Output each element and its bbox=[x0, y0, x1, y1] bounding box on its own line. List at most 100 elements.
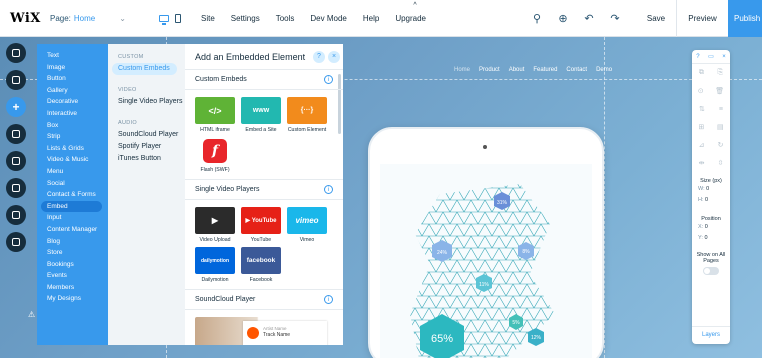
expand-icon[interactable]: ▭ bbox=[708, 53, 714, 60]
track-name: Track Name bbox=[263, 332, 291, 338]
menus-pages-button[interactable] bbox=[6, 43, 26, 63]
zoom-icon[interactable]: ⊕ bbox=[550, 12, 576, 25]
wix-logo[interactable]: WiX bbox=[0, 11, 42, 26]
tile-dailymotion[interactable]: dailymotion Dailymotion bbox=[195, 247, 235, 283]
category-decorative[interactable]: Decorative bbox=[37, 96, 108, 108]
category-lists-grids[interactable]: Lists & Grids bbox=[37, 143, 108, 155]
category-video-music[interactable]: Video & Music bbox=[37, 154, 108, 166]
pen-icon bbox=[12, 184, 20, 192]
tile-video-upload[interactable]: ▶ Video Upload bbox=[195, 207, 235, 243]
category-my-designs[interactable]: My Designs bbox=[37, 293, 108, 305]
store-button[interactable] bbox=[6, 232, 26, 252]
category-blog[interactable]: Blog bbox=[37, 236, 108, 248]
menu-site[interactable]: Site bbox=[201, 14, 215, 23]
copy-icon[interactable]: ⧉ bbox=[699, 69, 704, 77]
save-button[interactable]: Save bbox=[636, 14, 676, 23]
flip-icon[interactable]: ⇹ bbox=[699, 159, 705, 167]
trash-icon[interactable]: 🗑 bbox=[715, 87, 724, 95]
category-strip[interactable]: Strip bbox=[37, 131, 108, 143]
menu-dev-mode[interactable]: Dev Mode bbox=[310, 14, 346, 23]
arrange-icon[interactable]: ⇅ bbox=[699, 105, 705, 113]
subcat-single-video-players[interactable]: Single Video Players bbox=[108, 96, 185, 108]
mobile-friendly-icon[interactable]: ⚲ bbox=[524, 12, 550, 25]
close-icon[interactable]: × bbox=[722, 54, 726, 60]
category-interactive[interactable]: Interactive bbox=[37, 108, 108, 120]
rotate-icon[interactable]: ↻ bbox=[718, 141, 724, 149]
category-button[interactable]: Button bbox=[37, 73, 108, 85]
align-icon[interactable]: ⊞ bbox=[698, 123, 704, 131]
duplicate-icon[interactable]: ⊙ bbox=[698, 87, 704, 95]
info-icon[interactable]: i bbox=[324, 295, 333, 304]
publish-button[interactable]: Publish bbox=[728, 0, 762, 37]
mobile-icon[interactable] bbox=[175, 13, 181, 23]
tile-custom-element[interactable]: {···} Custom Element bbox=[287, 97, 327, 133]
y-field[interactable]: Y: 0 bbox=[692, 233, 730, 244]
add-button[interactable]: + bbox=[6, 97, 26, 117]
menu-upgrade[interactable]: Upgrade ^ bbox=[395, 2, 426, 23]
show-all-pages-toggle[interactable] bbox=[703, 267, 719, 275]
help-button[interactable]: ? bbox=[313, 51, 325, 63]
layers-button[interactable]: Layers bbox=[692, 326, 730, 338]
layer-icon[interactable]: ≡ bbox=[719, 106, 723, 113]
x-field[interactable]: X: 0 bbox=[692, 222, 730, 233]
category-events[interactable]: Events bbox=[37, 270, 108, 282]
menu-settings[interactable]: Settings bbox=[231, 14, 260, 23]
distribute-icon[interactable]: ▤ bbox=[717, 123, 724, 131]
category-bookings[interactable]: Bookings bbox=[37, 259, 108, 271]
preview-button[interactable]: Preview bbox=[676, 0, 728, 37]
category-store[interactable]: Store bbox=[37, 247, 108, 259]
site-nav-item[interactable]: About bbox=[509, 67, 525, 73]
category-input[interactable]: Input bbox=[37, 212, 108, 224]
paste-icon[interactable]: ⎘ bbox=[718, 69, 724, 77]
tile-facebook[interactable]: facebook Facebook bbox=[241, 247, 281, 283]
tile-label: Video Upload bbox=[199, 237, 231, 243]
tile-flash-swf[interactable]: f Flash (SWF) bbox=[195, 137, 235, 173]
hex-map-graphic: 31% 24% 8% 11% 5% 12% 65% bbox=[410, 184, 555, 358]
category-image[interactable]: Image bbox=[37, 62, 108, 74]
dailymotion-icon: dailymotion bbox=[195, 247, 235, 274]
tablet-image[interactable]: 31% 24% 8% 11% 5% 12% 65% bbox=[368, 127, 604, 358]
soundcloud-preview[interactable]: Artist Name Track Name bbox=[195, 317, 333, 345]
category-gallery[interactable]: Gallery bbox=[37, 85, 108, 97]
blog-button[interactable] bbox=[6, 178, 26, 198]
subcat-soundcloud-player[interactable]: SoundCloud Player bbox=[108, 129, 185, 141]
menu-tools[interactable]: Tools bbox=[276, 14, 295, 23]
help-icon[interactable]: ? bbox=[696, 54, 699, 60]
site-nav-item[interactable]: Product bbox=[479, 67, 500, 73]
media-button[interactable] bbox=[6, 151, 26, 171]
site-nav-item[interactable]: Demo bbox=[596, 67, 612, 73]
undo-icon[interactable]: ↶ bbox=[576, 12, 602, 25]
subcat-spotify-player[interactable]: Spotify Player bbox=[108, 141, 185, 153]
info-icon[interactable]: i bbox=[324, 185, 333, 194]
category-contact-forms[interactable]: Contact & Forms bbox=[37, 189, 108, 201]
category-text[interactable]: Text bbox=[37, 50, 108, 62]
background-button[interactable] bbox=[6, 70, 26, 90]
category-box[interactable]: Box bbox=[37, 120, 108, 132]
tile-vimeo[interactable]: vimeo Vimeo bbox=[287, 207, 327, 243]
tile-html-iframe[interactable]: </> HTML iframe bbox=[195, 97, 235, 133]
add-apps-button[interactable] bbox=[6, 124, 26, 144]
stretch-icon[interactable]: ⇳ bbox=[718, 159, 724, 167]
site-nav-item[interactable]: Featured bbox=[533, 67, 557, 73]
height-field[interactable]: H: 0 bbox=[692, 195, 730, 206]
site-nav-item[interactable]: Home bbox=[454, 67, 470, 73]
category-menu[interactable]: Menu bbox=[37, 166, 108, 178]
category-content-manager[interactable]: Content Manager bbox=[37, 224, 108, 236]
width-field[interactable]: W: 0 bbox=[692, 184, 730, 195]
page-selector[interactable]: Page: Home ⌄ bbox=[50, 14, 145, 23]
desktop-icon[interactable] bbox=[159, 14, 169, 25]
close-button[interactable]: × bbox=[328, 51, 340, 63]
subcat-itunes-button[interactable]: iTunes Button bbox=[108, 153, 185, 165]
list-button[interactable] bbox=[6, 205, 26, 225]
menu-help[interactable]: Help bbox=[363, 14, 379, 23]
site-nav-item[interactable]: Contact bbox=[566, 67, 587, 73]
info-icon[interactable]: i bbox=[324, 75, 333, 84]
tile-embed-site[interactable]: www Embed a Site bbox=[241, 97, 281, 133]
subcat-custom-embeds[interactable]: Custom Embeds bbox=[112, 63, 177, 75]
tile-youtube[interactable]: ▶ YouTube YouTube bbox=[241, 207, 281, 243]
match-size-icon[interactable]: ⊿ bbox=[699, 141, 705, 149]
redo-icon[interactable]: ↷ bbox=[602, 12, 628, 25]
category-embed[interactable]: Embed bbox=[41, 200, 102, 213]
category-social[interactable]: Social bbox=[37, 178, 108, 190]
category-members[interactable]: Members bbox=[37, 282, 108, 294]
